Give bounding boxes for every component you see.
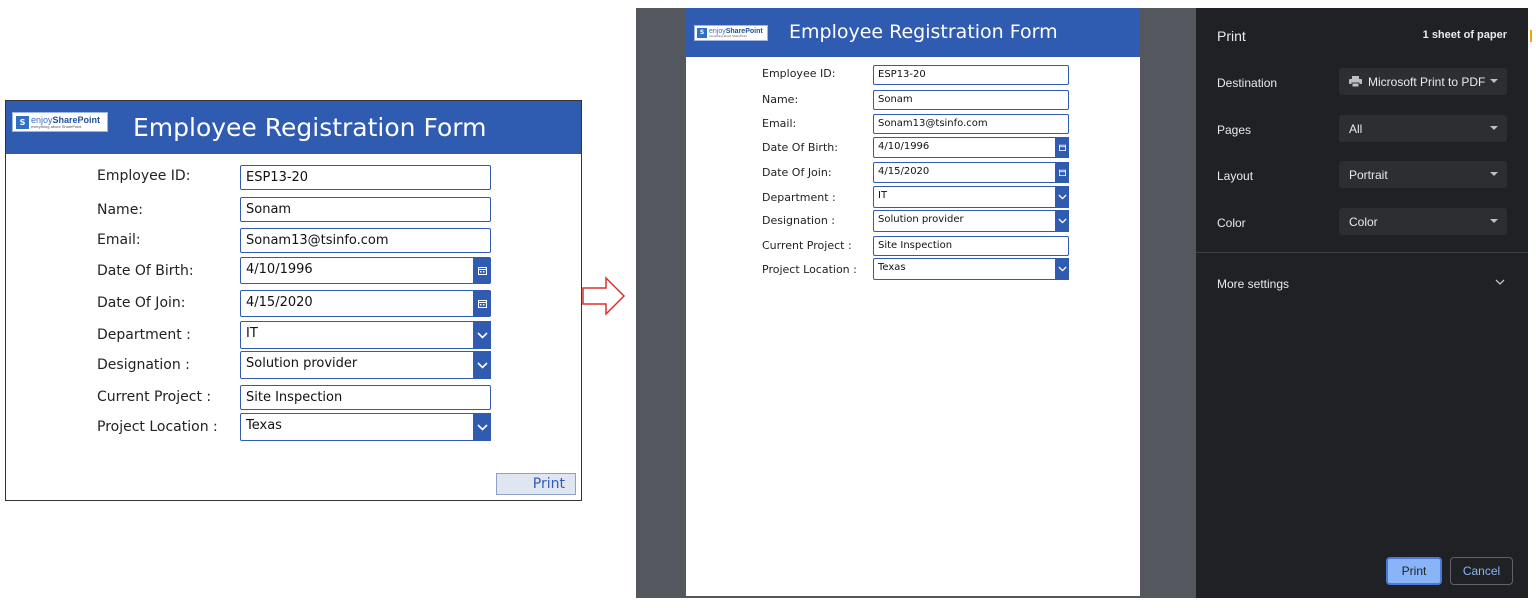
employee-id-label: Employee ID: bbox=[97, 168, 191, 184]
color-label: Color bbox=[1217, 216, 1246, 230]
name-label: Name: bbox=[97, 202, 144, 218]
preview-department-label: Department : bbox=[762, 191, 836, 204]
preview-name-value: Sonam bbox=[873, 90, 1069, 110]
print-dialog: Print 1 sheet of paper Destination Micro… bbox=[1196, 8, 1528, 598]
preview-department-value: IT bbox=[873, 186, 1069, 208]
email-label: Email: bbox=[97, 232, 141, 248]
project-location-chevron-down-icon[interactable] bbox=[473, 413, 491, 441]
preview-department-chevron-down-icon bbox=[1055, 186, 1069, 208]
preview-form-title: Employee Registration Form bbox=[789, 21, 1058, 43]
preview-employee-id-value: ESP13-20 bbox=[873, 65, 1069, 85]
preview-logo: S enjoySharePoint everything about Share… bbox=[694, 25, 768, 41]
color-value: Color bbox=[1349, 215, 1378, 229]
preview-name-label: Name: bbox=[762, 93, 799, 106]
print-preview-page: S enjoySharePoint everything about Share… bbox=[686, 8, 1140, 596]
designation-label: Designation : bbox=[97, 357, 190, 373]
employee-id-input[interactable]: ESP13-20 bbox=[240, 165, 491, 190]
sharepoint-logo-icon: S bbox=[16, 115, 29, 129]
enjoysharepoint-logo: S enjoySharePoint everything about Share… bbox=[12, 112, 108, 132]
preview-doj-value: 4/15/2020 bbox=[873, 162, 1069, 183]
dialog-divider bbox=[1196, 252, 1528, 253]
print-button[interactable]: Print bbox=[496, 473, 576, 495]
dob-date-picker[interactable]: 4/10/1996 bbox=[240, 257, 491, 284]
preview-employee-id-label: Employee ID: bbox=[762, 67, 836, 80]
preview-project-location-chevron-down-icon bbox=[1055, 258, 1069, 280]
preview-dob-value: 4/10/1996 bbox=[873, 137, 1069, 158]
preview-dob-label: Date Of Birth: bbox=[762, 141, 838, 154]
logo-tagline: everything about SharePoint bbox=[31, 123, 82, 129]
preview-email-label: Email: bbox=[762, 117, 797, 130]
form-header: S enjoySharePoint everything about Share… bbox=[6, 101, 581, 154]
current-project-input[interactable]: Site Inspection bbox=[240, 385, 491, 410]
print-dialog-title: Print bbox=[1217, 28, 1246, 44]
employee-registration-form: S enjoySharePoint everything about Share… bbox=[5, 100, 582, 501]
printer-icon bbox=[1349, 76, 1362, 87]
project-location-dropdown[interactable]: Texas bbox=[240, 413, 491, 441]
preview-project-location-value: Texas bbox=[873, 258, 1069, 280]
dob-calendar-icon[interactable] bbox=[473, 258, 491, 283]
logo-brand-bold: SharePoint bbox=[52, 114, 101, 125]
pages-caret-icon bbox=[1490, 126, 1498, 130]
logo-brand-light: enjoy bbox=[31, 114, 53, 125]
preview-dob-calendar-icon bbox=[1055, 137, 1069, 158]
form-title: Employee Registration Form bbox=[133, 113, 487, 142]
email-input[interactable]: Sonam13@tsinfo.com bbox=[240, 228, 491, 253]
layout-select[interactable]: Portrait bbox=[1339, 161, 1507, 188]
doj-date-picker[interactable]: 4/15/2020 bbox=[240, 290, 491, 317]
pages-value: All bbox=[1349, 122, 1363, 136]
project-location-label: Project Location : bbox=[97, 419, 218, 435]
dialog-cancel-button[interactable]: Cancel bbox=[1450, 557, 1513, 585]
preview-logo-tagline: everything about SharePoint bbox=[709, 34, 747, 38]
destination-label: Destination bbox=[1217, 76, 1278, 90]
more-settings-chevron-icon[interactable] bbox=[1495, 276, 1505, 288]
doj-calendar-icon[interactable] bbox=[473, 291, 491, 316]
preview-doj-label: Date Of Join: bbox=[762, 166, 832, 179]
color-caret-icon bbox=[1490, 219, 1498, 223]
screenshot-root: S enjoySharePoint everything about Share… bbox=[0, 0, 1536, 608]
preview-doj-calendar-icon bbox=[1055, 162, 1069, 183]
pages-label: Pages bbox=[1217, 123, 1252, 137]
preview-designation-label: Designation : bbox=[762, 214, 835, 227]
doj-label: Date Of Join: bbox=[97, 295, 186, 311]
department-dropdown[interactable]: IT bbox=[240, 321, 491, 349]
preview-designation-value: Solution provider bbox=[873, 210, 1069, 232]
sheet-count: 1 sheet of paper bbox=[1422, 29, 1507, 41]
layout-value: Portrait bbox=[1349, 168, 1388, 182]
pages-select[interactable]: All bbox=[1339, 115, 1507, 142]
preview-form-header: S enjoySharePoint everything about Share… bbox=[686, 8, 1140, 57]
designation-chevron-down-icon[interactable] bbox=[473, 351, 491, 379]
color-select[interactable]: Color bbox=[1339, 208, 1507, 235]
dialog-print-button[interactable]: Print bbox=[1386, 557, 1442, 585]
name-input[interactable]: Sonam bbox=[240, 197, 491, 222]
preview-designation-chevron-down-icon bbox=[1055, 210, 1069, 232]
more-settings-toggle[interactable]: More settings bbox=[1217, 277, 1289, 291]
right-arrow-icon bbox=[582, 276, 626, 316]
dob-label: Date Of Birth: bbox=[97, 263, 194, 279]
destination-caret-icon bbox=[1490, 79, 1498, 83]
preview-email-value: Sonam13@tsinfo.com bbox=[873, 114, 1069, 134]
preview-project-location-label: Project Location : bbox=[762, 263, 857, 276]
current-project-label: Current Project : bbox=[97, 389, 212, 405]
destination-select[interactable]: Microsoft Print to PDF bbox=[1339, 68, 1507, 95]
layout-label: Layout bbox=[1217, 169, 1254, 183]
designation-dropdown[interactable]: Solution provider bbox=[240, 351, 491, 379]
preview-current-project-value: Site Inspection bbox=[873, 236, 1069, 256]
department-label: Department : bbox=[97, 327, 191, 343]
destination-value: Microsoft Print to PDF bbox=[1368, 75, 1486, 89]
preview-sharepoint-logo-icon: S bbox=[697, 28, 707, 38]
department-chevron-down-icon[interactable] bbox=[473, 321, 491, 349]
window-edge-marker bbox=[1530, 30, 1532, 42]
preview-current-project-label: Current Project : bbox=[762, 239, 852, 252]
layout-caret-icon bbox=[1490, 172, 1498, 176]
